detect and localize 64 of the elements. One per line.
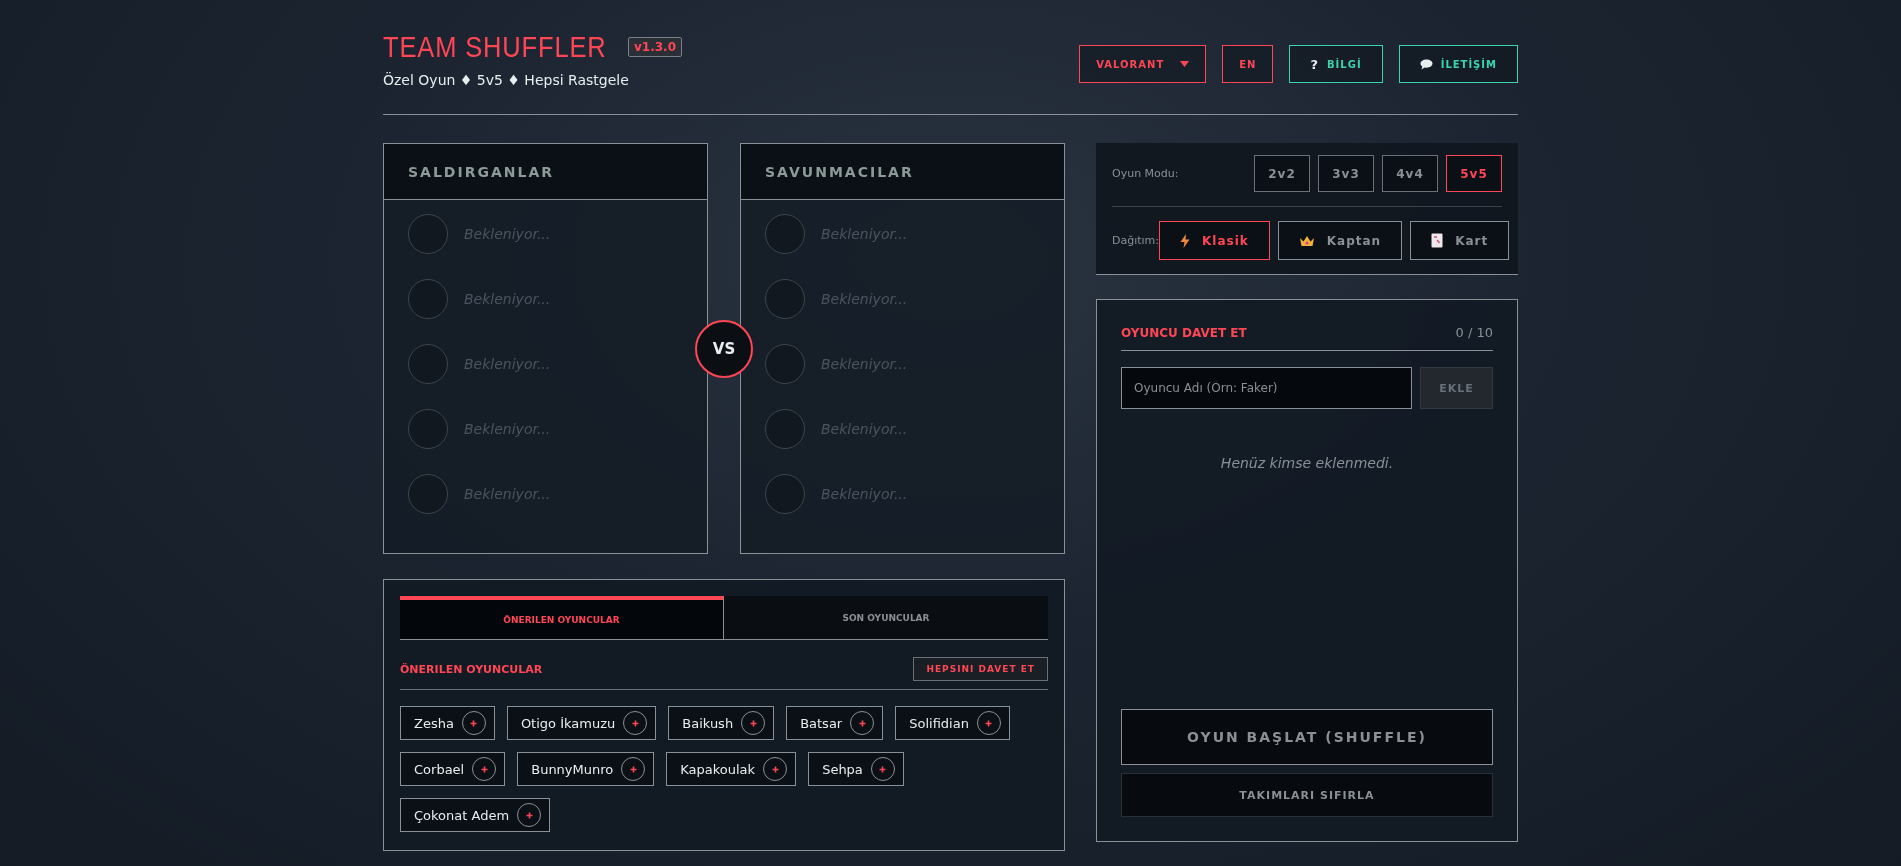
player-name: Çokonat Adem [414,807,510,823]
setting-label: Dağıtım: [1112,234,1160,247]
caret-icon [1180,61,1190,67]
player-name: Baikush [682,715,734,731]
plus-icon [525,811,533,819]
player-name: Zesha [414,715,454,731]
avatar-placeholder [765,344,805,384]
avatar-placeholder [408,344,448,384]
avatar-placeholder [408,279,448,319]
add-button[interactable]: EKLE [1420,367,1493,409]
contact-button[interactable]: İLETİŞİM [1398,45,1518,83]
mode-option[interactable]: 5v5 [1446,155,1502,192]
player-name: Otigo İkamuzu [520,715,616,731]
mode-option[interactable]: 4v4 [1382,155,1438,192]
mode-option[interactable]: 3v3 [1318,155,1374,192]
app-title: TEAM SHUFFLER [383,30,607,64]
mode-option[interactable]: 2v2 [1254,155,1310,192]
plus-icon [985,719,993,727]
section-title: ÖNERILEN OYUNCULAR [400,662,543,676]
empty-message: Henüz kimse eklenmedi. [1219,455,1395,473]
team-title: SAVUNMACILAR [765,163,914,180]
team-title: SALDIRGANLAR [408,163,555,180]
plus-icon [771,765,779,773]
player-name-input[interactable]: Oyuncu Adı (Örn: Faker) [1121,367,1412,409]
plus-icon [480,765,488,773]
player-name: Kapakoulak [680,761,756,777]
game-dropdown[interactable]: VALORANT [1079,45,1207,83]
version-badge: v1.3.0 [628,37,683,57]
panel-title: OYUNCU DAVET ET [1121,325,1247,340]
lightning-icon [1180,233,1191,248]
avatar-placeholder [765,214,805,254]
plus-icon [858,719,866,727]
avatar-placeholder [408,474,448,514]
start-button[interactable]: OYUN BAŞLAT (SHUFFLE) [1121,709,1493,765]
subtitle: Özel Oyun ♦ 5v5 ♦ Hepsi Rastgele [383,72,630,88]
distribution-option[interactable]: Kaptan [1277,221,1403,260]
avatar-placeholder [408,214,448,254]
plus-icon [631,719,639,727]
crown-icon [1298,234,1315,247]
speech-bubble-icon [1419,58,1433,70]
plus-icon [470,719,478,727]
plus-icon [629,765,637,773]
plus-icon [879,765,887,773]
avatar-placeholder [765,474,805,514]
info-button[interactable]: ? BİLGİ [1289,45,1383,83]
distribution-option[interactable]: Klasik [1159,221,1270,260]
avatar-placeholder [765,279,805,319]
avatar-placeholder [765,409,805,449]
invite-all-button[interactable]: HEPSINI DAVET ET [913,657,1048,681]
language-button[interactable]: EN [1222,45,1274,83]
player-name: BunnyMunro [531,761,614,777]
player-name: Solifidian [909,715,969,731]
plus-icon [749,719,757,727]
player-name: Corbael [414,761,465,777]
player-name: Sehpa [822,761,863,777]
tab[interactable]: ÖNERILEN OYUNCULAR [400,596,724,639]
card-icon [1431,233,1444,248]
distribution-option[interactable]: Kart [1410,221,1510,260]
reset-button[interactable]: TAKIMLARI SIFIRLA [1121,773,1493,817]
player-name: Batsar [800,715,843,731]
tab[interactable]: SON OYUNCULAR [724,596,1048,639]
player-count: 0 / 10 [1455,325,1493,340]
avatar-placeholder [408,409,448,449]
setting-label: Oyun Modu: [1112,167,1179,180]
